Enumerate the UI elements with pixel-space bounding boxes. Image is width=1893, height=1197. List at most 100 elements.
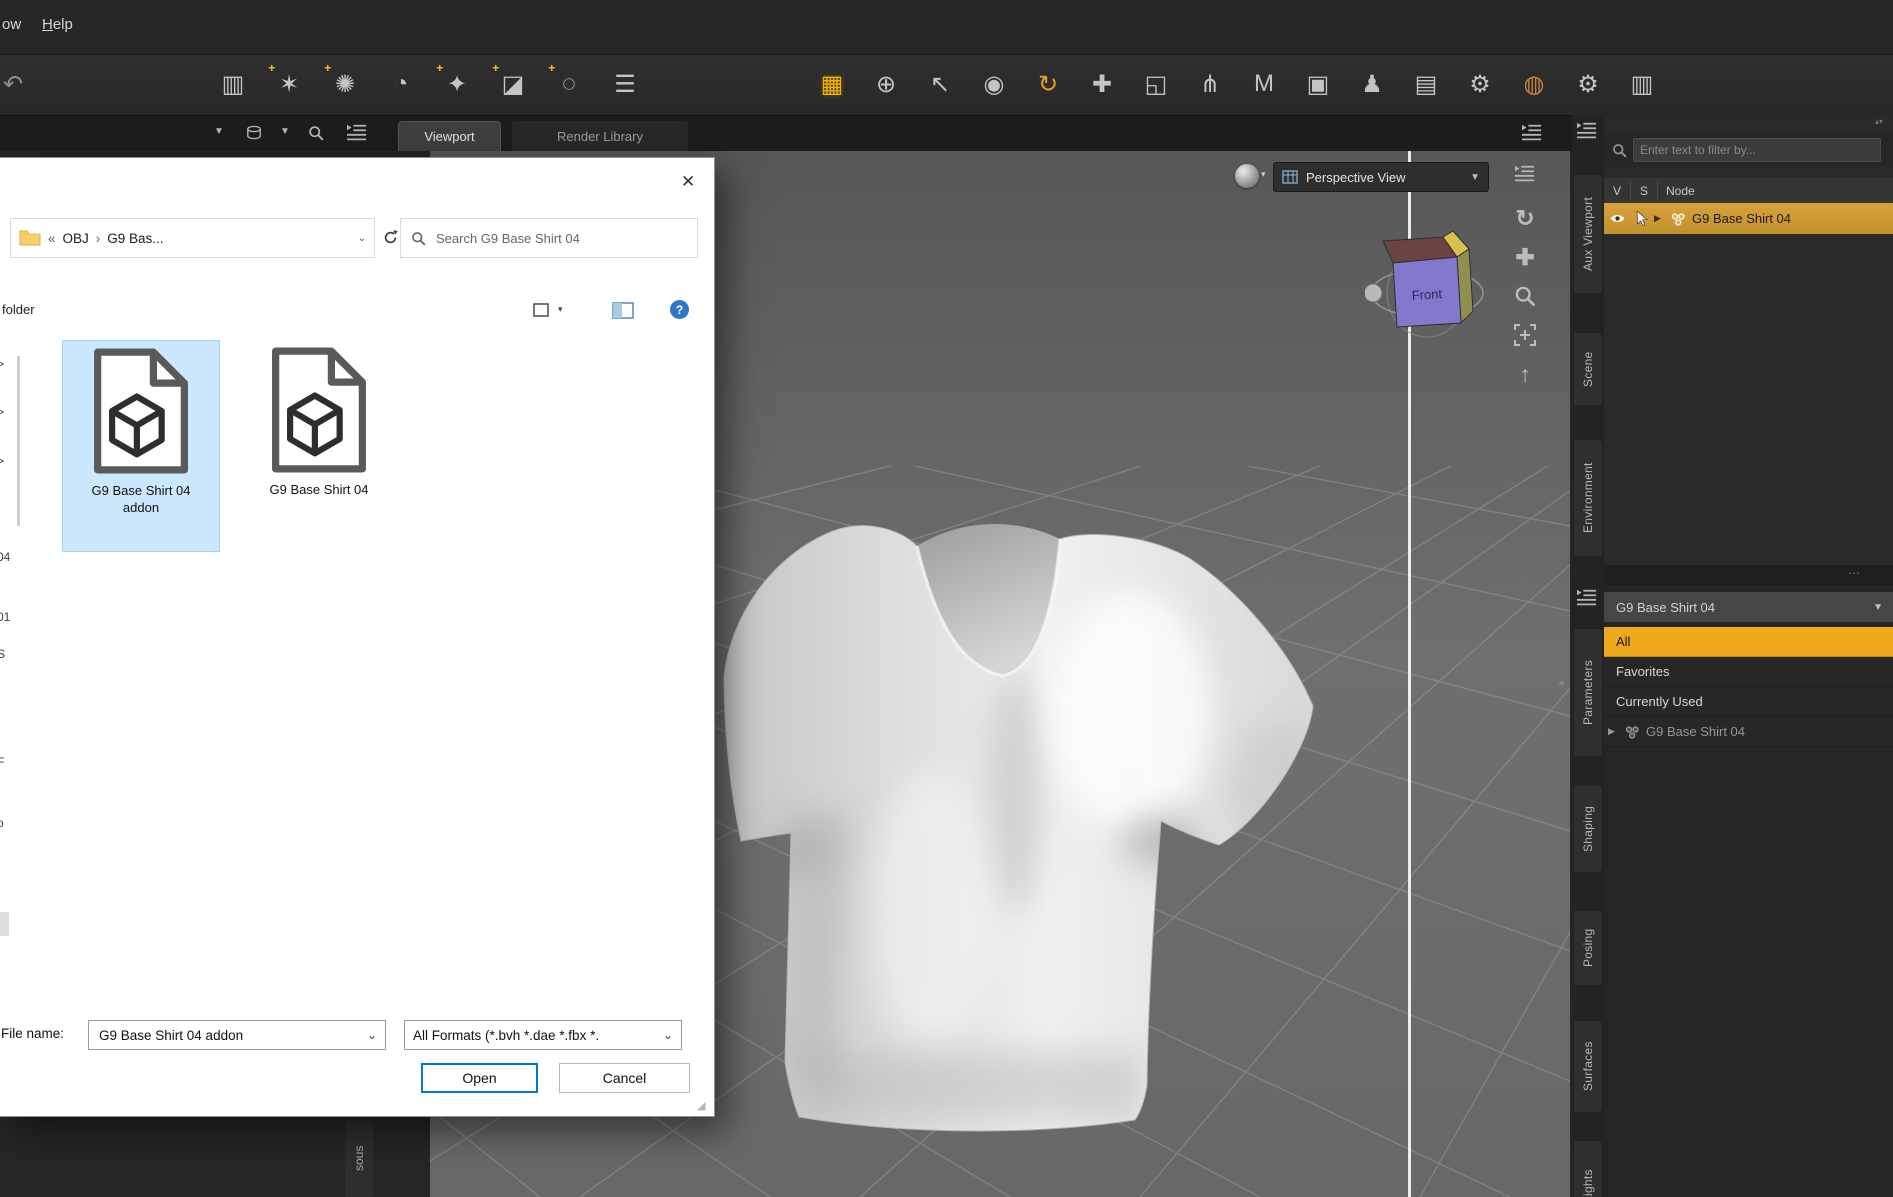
tree-fragment[interactable]: 04 (0, 550, 10, 564)
create-timer-light-icon[interactable]: ◔ (378, 61, 424, 107)
reset-camera-icon[interactable]: ↑ (1510, 359, 1540, 389)
pan-camera-icon[interactable]: ✚ (1510, 242, 1540, 272)
dropdown-icon[interactable]: ▼ (280, 126, 290, 137)
file-item-selected[interactable]: G9 Base Shirt 04 addon (62, 340, 220, 552)
search-icon[interactable] (308, 125, 324, 141)
pane-options-icon[interactable] (1576, 588, 1598, 608)
tree-fragment[interactable]: S (0, 647, 5, 661)
params-group-currently-used[interactable]: Currently Used (1604, 687, 1893, 717)
tab-environment[interactable]: Environment (1574, 440, 1602, 556)
selectable-cursor-icon[interactable] (1630, 211, 1654, 226)
help-icon[interactable]: ? (670, 300, 689, 319)
tree-fragment[interactable]: o (0, 816, 4, 830)
figure-selection-tool-icon[interactable]: ♟ (1348, 61, 1396, 107)
parameters-header[interactable]: G9 Base Shirt 04 ▼ (1604, 592, 1893, 622)
tree-fragment[interactable]: > (0, 454, 4, 468)
view-mode-icon[interactable] (533, 303, 549, 317)
nav-scrollbar[interactable] (17, 356, 20, 526)
open-button[interactable]: Open (421, 1063, 538, 1093)
address-dropdown-icon[interactable]: ⌄ (358, 233, 366, 244)
menu-window-fragment[interactable]: ow (2, 16, 21, 33)
geometry-editor-tool-icon[interactable]: ▣ (1294, 61, 1342, 107)
pane-options-icon[interactable] (1514, 164, 1536, 184)
translate-tool-icon[interactable]: ✚ (1078, 61, 1126, 107)
create-distant-light-icon[interactable]: + ✶ (266, 61, 312, 107)
camera-gear-tool-icon[interactable]: ⚙ (1564, 61, 1612, 107)
tab-render-library[interactable]: Render Library (512, 121, 688, 151)
tree-fragment[interactable]: > (0, 405, 4, 419)
create-spotlight-icon[interactable]: + ✺ (322, 61, 368, 107)
resize-grip[interactable]: ◢ (697, 1099, 705, 1112)
tree-fragment[interactable]: > (0, 357, 4, 371)
tab-shaping[interactable]: Shaping (1574, 786, 1602, 872)
preview-pane-icon[interactable] (612, 302, 634, 319)
dropdown-icon[interactable]: ▾ (1261, 169, 1266, 180)
tab-scene[interactable]: Scene (1574, 333, 1602, 405)
file-name-field[interactable]: ⌄ (88, 1020, 386, 1050)
collapse-pane-icon[interactable]: ◂ (1558, 676, 1564, 689)
cancel-button[interactable]: Cancel (559, 1063, 690, 1093)
tree-fragment[interactable]: F (0, 755, 4, 769)
node-selection-tool-icon[interactable]: ↖ (916, 61, 964, 107)
visibility-eye-icon[interactable] (1604, 211, 1630, 226)
rotate-node-tool-icon[interactable]: ◉ (970, 61, 1018, 107)
tab-aux-viewport[interactable]: Aux Viewport (1574, 175, 1602, 293)
pane-options-icon[interactable] (1576, 121, 1598, 141)
breadcrumb-overflow[interactable]: « (48, 231, 56, 246)
scene-filter-input[interactable] (1633, 138, 1881, 162)
tab-lights[interactable]: Lights (1574, 1141, 1602, 1197)
expand-arrow-icon[interactable]: ▶ (1608, 726, 1622, 737)
scene-node-row-selected[interactable]: ▶ G9 Base Shirt 04 (1604, 203, 1893, 234)
node-gear-tool-icon[interactable]: ⚙ (1456, 61, 1504, 107)
menu-help[interactable]: Help (42, 16, 73, 33)
camera-b-tool-icon[interactable]: ▥ (1618, 61, 1666, 107)
draw-style-ball-icon[interactable] (1235, 164, 1259, 188)
vertical-tab-fragment[interactable]: sous (345, 1120, 373, 1197)
view-cube[interactable]: Front (1365, 211, 1495, 361)
params-group-figure[interactable]: ▶ G9 Base Shirt 04 (1604, 717, 1893, 747)
create-null-icon[interactable]: + ◌ (546, 61, 592, 107)
tab-posing[interactable]: Posing (1574, 911, 1602, 985)
new-folder-fragment[interactable]: folder (2, 302, 35, 317)
dropdown-icon[interactable]: ▼ (214, 126, 224, 137)
close-icon[interactable]: ✕ (681, 172, 695, 192)
active-rotate-tool-icon[interactable]: ↻ (1024, 61, 1072, 107)
orbit-camera-icon[interactable]: ↻ (1510, 203, 1540, 233)
pane-options-icon[interactable] (1521, 123, 1543, 143)
surface-selection-tool-icon[interactable]: ◍ (1510, 61, 1558, 107)
align-pane-icon[interactable]: ☰ (602, 61, 648, 107)
pane-splitter[interactable]: ⋯ (1604, 565, 1893, 585)
joint-editor-tool-icon[interactable]: ⋔ (1186, 61, 1234, 107)
scene-tree-empty-area[interactable] (1604, 234, 1893, 565)
params-group-all[interactable]: All (1604, 627, 1893, 657)
tab-parameters[interactable]: Parameters (1574, 629, 1602, 756)
tab-surfaces[interactable]: Surfaces (1574, 1021, 1602, 1112)
measure-tool-icon[interactable]: M (1240, 61, 1288, 107)
file-name-input[interactable] (97, 1026, 367, 1044)
breadcrumb-item-current[interactable]: G9 Bas... (107, 231, 163, 246)
pane-options-icon[interactable] (346, 123, 368, 143)
cylinder-icon[interactable] (246, 125, 262, 141)
create-flashlight-icon[interactable]: + ✦ (434, 61, 480, 107)
expand-arrow-icon[interactable]: ▶ (1654, 213, 1668, 224)
dialog-search-input[interactable] (434, 229, 687, 247)
refresh-icon[interactable] (382, 229, 399, 246)
chevron-down-icon[interactable]: ⌄ (367, 1028, 377, 1042)
chevron-down-icon[interactable]: ▼ (1873, 602, 1883, 613)
params-group-favorites[interactable]: Favorites (1604, 657, 1893, 687)
camera-tool-icon[interactable]: ▤ (1402, 61, 1450, 107)
undo-icon[interactable]: ↶ (0, 61, 36, 107)
file-item[interactable]: G9 Base Shirt 04 (240, 340, 398, 552)
breadcrumb[interactable]: « OBJ › G9 Bas... ⌄ (10, 218, 375, 258)
create-plane-icon[interactable]: + ◪ (490, 61, 536, 107)
zoom-camera-icon[interactable] (1510, 281, 1540, 311)
scale-tool-icon[interactable]: ◱ (1132, 61, 1180, 107)
camera-selector[interactable]: Perspective View ▼ (1273, 162, 1489, 192)
grid-selection-tool-icon[interactable]: ▦ (808, 61, 856, 107)
tab-viewport[interactable]: Viewport (398, 121, 501, 151)
universal-tool-icon[interactable]: ⊕ (862, 61, 910, 107)
breadcrumb-item-obj[interactable]: OBJ (63, 231, 89, 246)
create-camera-icon[interactable]: ▥ (210, 61, 256, 107)
pane-min-icon[interactable]: ▴▾ (1875, 117, 1883, 126)
view-mode-dropdown-icon[interactable]: ▾ (558, 304, 563, 315)
